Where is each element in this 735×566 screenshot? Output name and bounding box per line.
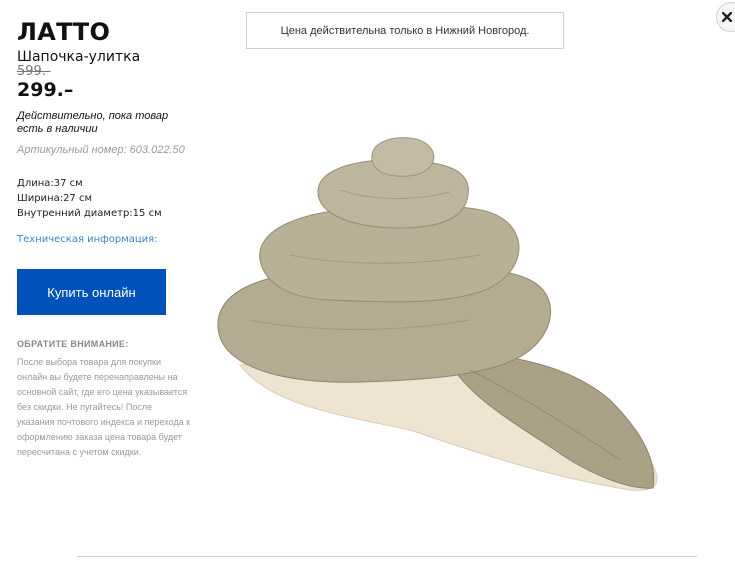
availability-note: Действительно, пока товар есть в наличии bbox=[17, 110, 169, 135]
bottom-divider bbox=[77, 556, 697, 557]
product-image bbox=[217, 137, 658, 491]
buy-online-button[interactable]: Купить онлайн bbox=[17, 269, 166, 315]
article-number: Артикульный номер: 603.022.50 bbox=[17, 144, 185, 156]
note-heading: ОБРАТИТЕ ВНИМАНИЕ: bbox=[17, 339, 129, 349]
dimension-length: Длина:37 см bbox=[17, 178, 83, 189]
product-info-panel: ЛАТТО Шапочка-улитка 599.- 299.– Действи… bbox=[17, 18, 197, 460]
dimension-inner-diameter: Внутренний диаметр:15 см bbox=[17, 208, 162, 219]
product-name: ЛАТТО bbox=[17, 18, 111, 46]
hat-top-tip bbox=[371, 137, 435, 177]
old-price: 599.- bbox=[17, 64, 51, 79]
close-icon bbox=[722, 12, 732, 22]
note-body: После выбора товара для покупки онлайн в… bbox=[17, 357, 191, 457]
close-button[interactable] bbox=[716, 2, 735, 32]
tech-info-link[interactable]: Техническая информация: bbox=[17, 234, 197, 245]
price-region-notice: Цена действительна только в Нижний Новго… bbox=[246, 12, 564, 49]
dimensions-list: Длина:37 см Ширина:27 см Внутренний диам… bbox=[17, 176, 197, 221]
product-type: Шапочка-улитка bbox=[17, 49, 141, 65]
current-price: 299.– bbox=[17, 79, 74, 101]
dimension-width: Ширина:27 см bbox=[17, 193, 93, 204]
